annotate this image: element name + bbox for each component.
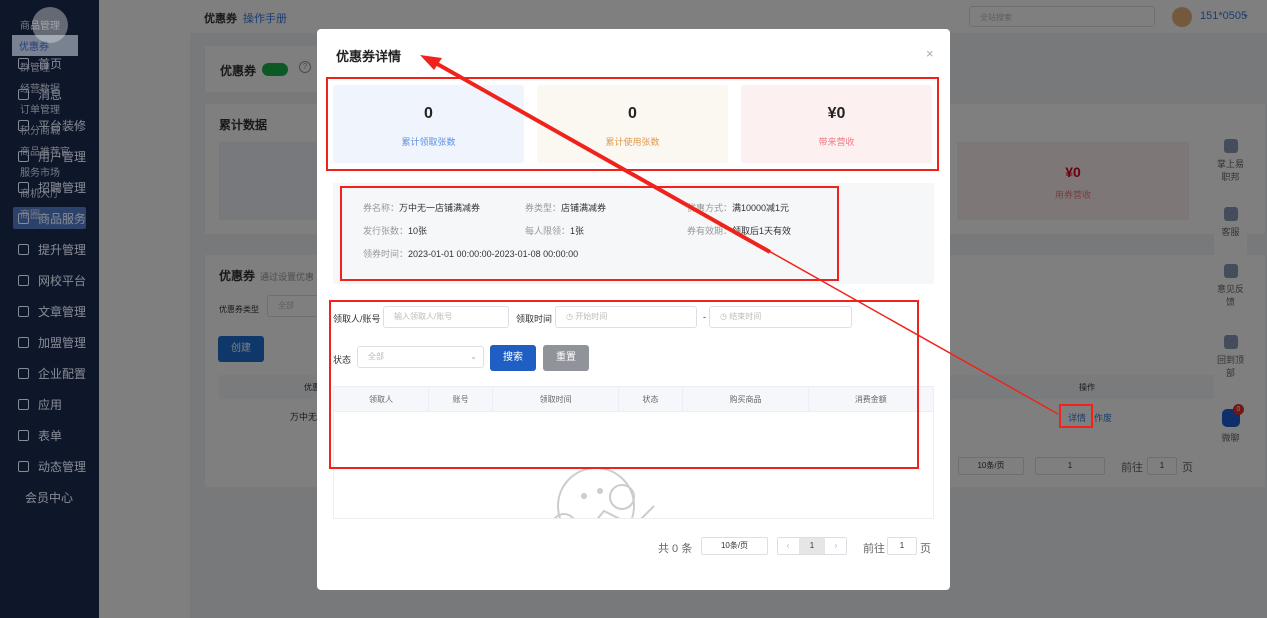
annotation-arrow [420, 55, 1059, 415]
